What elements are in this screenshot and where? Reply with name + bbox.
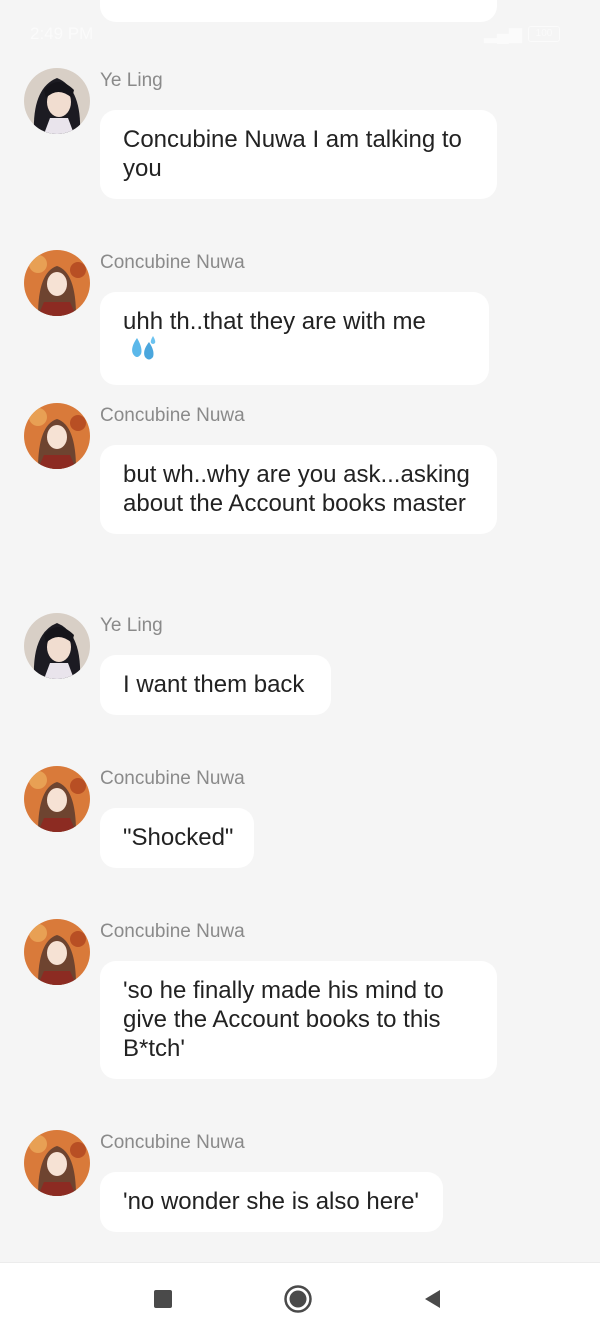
- home-button[interactable]: [258, 1263, 338, 1334]
- battery-icon: 100: [528, 26, 560, 42]
- sender-name: Concubine Nuwa: [100, 768, 245, 789]
- message-bubble: but wh..why are you ask...asking about t…: [100, 445, 497, 534]
- recents-button[interactable]: [123, 1263, 203, 1334]
- message-text: I want them back: [123, 671, 305, 698]
- message-text: Concubine Nuwa I am talking to you: [123, 126, 462, 182]
- concubine-nuwa-avatar[interactable]: [24, 1130, 90, 1196]
- message-bubble: 'so he finally made his mind to give the…: [100, 961, 497, 1079]
- message-text: "Shocked": [123, 824, 234, 851]
- sender-name: Ye Ling: [100, 70, 163, 91]
- sweat-droplets-icon: [129, 336, 157, 369]
- message-bubble: I want them back: [100, 655, 331, 715]
- message-bubble: Concubine Nuwa I am talking to you: [100, 110, 497, 199]
- sender-name: Ye Ling: [100, 615, 163, 636]
- sender-name: Concubine Nuwa: [100, 1132, 245, 1153]
- concubine-nuwa-avatar[interactable]: [24, 403, 90, 469]
- message-bubble: uhh th..that they are with me: [100, 292, 489, 385]
- sender-name: Concubine Nuwa: [100, 921, 245, 942]
- back-button[interactable]: [392, 1263, 472, 1334]
- message-text: 'so he finally made his mind to give the…: [123, 977, 444, 1062]
- status-icons: ▂▄▆ 100: [484, 24, 560, 44]
- status-time: 2:49 PM: [30, 24, 94, 43]
- message-text: uhh th..that they are with me: [123, 308, 426, 335]
- ye-ling-avatar[interactable]: [24, 68, 90, 134]
- message-text: but wh..why are you ask...asking about t…: [123, 461, 470, 517]
- circle-icon: [284, 1284, 312, 1313]
- sender-name: Concubine Nuwa: [100, 252, 245, 273]
- sender-name: Concubine Nuwa: [100, 405, 245, 426]
- status-bar: 2:49 PM ▂▄▆ 100: [0, 0, 600, 68]
- system-navigation-bar: [0, 1262, 600, 1334]
- message-bubble: "Shocked": [100, 808, 254, 868]
- ye-ling-avatar[interactable]: [24, 613, 90, 679]
- message-bubble: 'no wonder she is also here': [100, 1172, 443, 1232]
- signal-icon: ▂▄▆: [483, 24, 522, 43]
- concubine-nuwa-avatar[interactable]: [24, 919, 90, 985]
- concubine-nuwa-avatar[interactable]: [24, 250, 90, 316]
- square-icon: [154, 1289, 172, 1308]
- triangle-back-icon: [425, 1289, 440, 1308]
- concubine-nuwa-avatar[interactable]: [24, 766, 90, 832]
- message-text: 'no wonder she is also here': [123, 1188, 420, 1215]
